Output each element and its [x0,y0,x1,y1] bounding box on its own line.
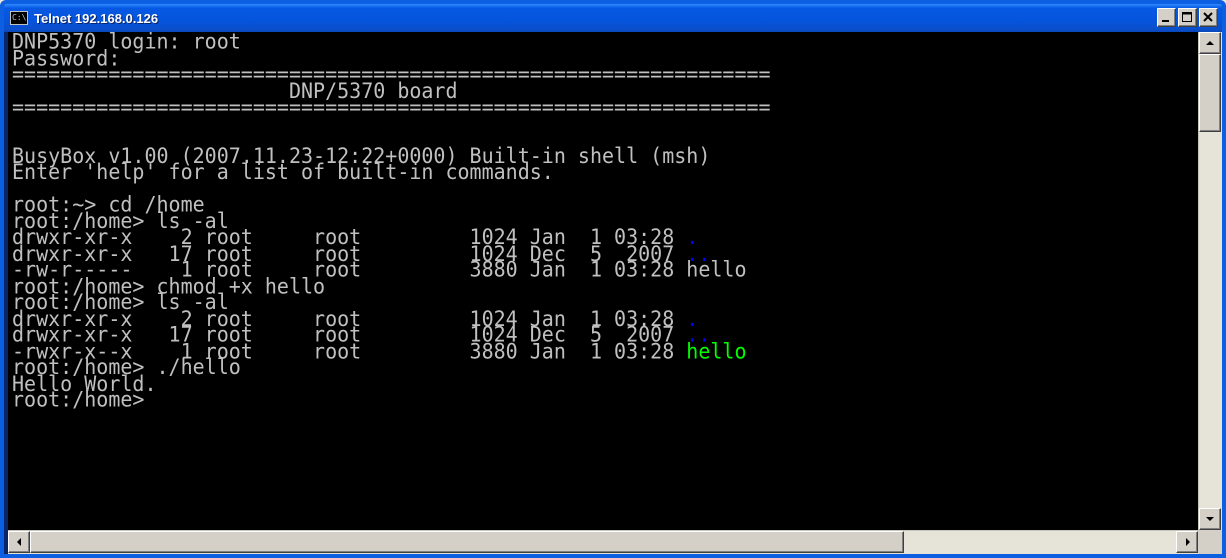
terminal-output[interactable]: DNP5370 login: root Password: ============… [12,31,1222,554]
terminal-text: root:/home> [12,386,145,412]
scroll-up-button[interactable] [1199,32,1221,54]
telnet-window: C:\ Telnet 192.168.0.126 DNP5370 login: … [0,0,1226,558]
console-icon[interactable]: C:\ [10,11,28,25]
scroll-down-button[interactable] [1199,508,1221,530]
vertical-scroll-thumb[interactable] [1199,54,1221,132]
resize-grip[interactable] [1198,530,1222,554]
scroll-right-button[interactable] [1176,531,1198,553]
vertical-scrollbar[interactable] [1198,32,1222,530]
maximize-button[interactable] [1178,8,1197,27]
arrow-up-icon [1206,41,1214,45]
horizontal-scroll-thumb[interactable] [30,531,904,553]
terminal-line: root:/home> [12,389,1222,410]
horizontal-scrollbar[interactable] [8,530,1198,554]
minimize-icon [1162,20,1169,22]
close-button[interactable] [1199,8,1218,27]
scroll-left-button[interactable] [8,531,30,553]
arrow-left-icon [17,538,21,546]
arrow-down-icon [1206,517,1214,521]
arrow-right-icon [1186,538,1190,546]
minimize-button[interactable] [1157,8,1176,27]
terminal-text: Enter 'help' for a list of built-in comm… [12,158,554,185]
terminal-line: DNP5370 login: root [12,31,1222,52]
terminal-text: hello [686,337,747,364]
terminal-text: ========================================… [12,93,771,120]
window-title: Telnet 192.168.0.126 [34,10,159,26]
terminal-line: ========================================… [12,96,1222,117]
maximize-icon [1182,12,1192,22]
close-icon [1203,12,1213,22]
